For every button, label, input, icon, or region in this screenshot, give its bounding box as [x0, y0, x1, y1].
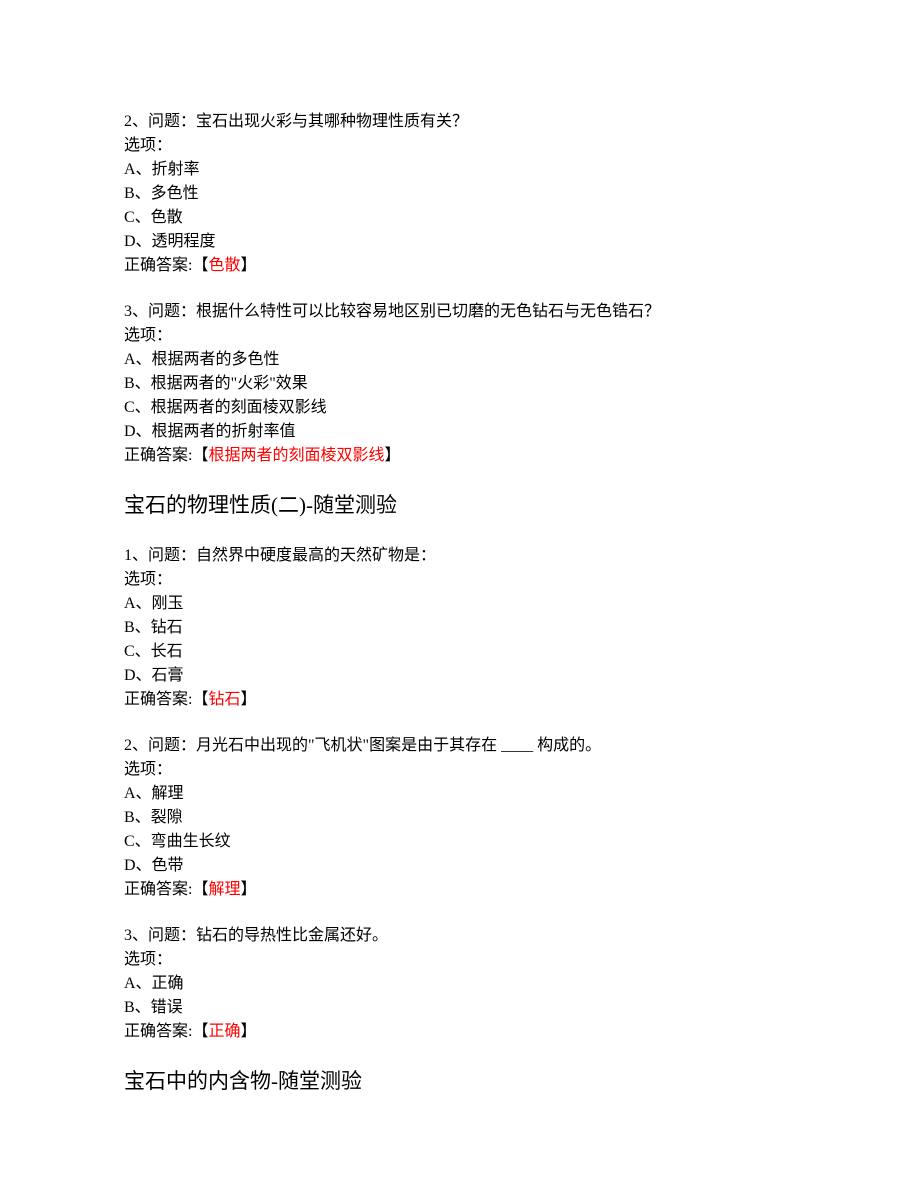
answer-text: 解理: [208, 881, 240, 898]
answer-prefix: 正确答案:【: [124, 1023, 208, 1040]
option-c: C、根据两者的刻面棱双影线: [124, 396, 796, 420]
question-text: 1、问题：自然界中硬度最高的天然矿物是：: [124, 544, 796, 568]
section-title-2: 宝石中的内含物-随堂测验: [124, 1066, 796, 1098]
option-d: D、色带: [124, 854, 796, 878]
question-text: 2、问题：月光石中出现的"飞机状"图案是由于其存在 ____ 构成的。: [124, 734, 796, 758]
answer-text: 色散: [208, 257, 240, 274]
answer-prefix: 正确答案:【: [124, 447, 208, 464]
option-b: B、根据两者的"火彩"效果: [124, 372, 796, 396]
answer-line: 正确答案:【正确】: [124, 1020, 796, 1044]
options-label: 选项：: [124, 758, 796, 782]
section-title-1: 宝石的物理性质(二)-随堂测验: [124, 490, 796, 522]
answer-text: 根据两者的刻面棱双影线: [208, 447, 384, 464]
question-block-5: 3、问题：钻石的导热性比金属还好。 选项： A、正确 B、错误 正确答案:【正确…: [124, 924, 796, 1044]
option-c: C、弯曲生长纹: [124, 830, 796, 854]
answer-suffix: 】: [384, 447, 400, 464]
option-b: B、钻石: [124, 616, 796, 640]
option-d: D、透明程度: [124, 230, 796, 254]
question-text: 3、问题：钻石的导热性比金属还好。: [124, 924, 796, 948]
option-c: C、色散: [124, 206, 796, 230]
answer-line: 正确答案:【根据两者的刻面棱双影线】: [124, 444, 796, 468]
answer-prefix: 正确答案:【: [124, 691, 208, 708]
question-block-4: 2、问题：月光石中出现的"飞机状"图案是由于其存在 ____ 构成的。 选项： …: [124, 734, 796, 902]
option-c: C、长石: [124, 640, 796, 664]
answer-text: 钻石: [208, 691, 240, 708]
options-label: 选项：: [124, 324, 796, 348]
option-a: A、解理: [124, 782, 796, 806]
option-a: A、正确: [124, 972, 796, 996]
answer-suffix: 】: [240, 881, 256, 898]
question-text: 3、问题：根据什么特性可以比较容易地区别已切磨的无色钻石与无色锆石？: [124, 300, 796, 324]
answer-line: 正确答案:【色散】: [124, 254, 796, 278]
option-a: A、刚玉: [124, 592, 796, 616]
option-d: D、石膏: [124, 664, 796, 688]
options-label: 选项：: [124, 568, 796, 592]
answer-suffix: 】: [240, 1023, 256, 1040]
question-block-1: 2、问题：宝石出现火彩与其哪种物理性质有关？ 选项： A、折射率 B、多色性 C…: [124, 110, 796, 278]
answer-text: 正确: [208, 1023, 240, 1040]
option-a: A、折射率: [124, 158, 796, 182]
question-block-3: 1、问题：自然界中硬度最高的天然矿物是： 选项： A、刚玉 B、钻石 C、长石 …: [124, 544, 796, 712]
answer-line: 正确答案:【钻石】: [124, 688, 796, 712]
answer-prefix: 正确答案:【: [124, 881, 208, 898]
options-label: 选项：: [124, 948, 796, 972]
options-label: 选项：: [124, 134, 796, 158]
option-b: B、裂隙: [124, 806, 796, 830]
option-a: A、根据两者的多色性: [124, 348, 796, 372]
answer-line: 正确答案:【解理】: [124, 878, 796, 902]
answer-suffix: 】: [240, 691, 256, 708]
option-b: B、多色性: [124, 182, 796, 206]
option-d: D、根据两者的折射率值: [124, 420, 796, 444]
question-block-2: 3、问题：根据什么特性可以比较容易地区别已切磨的无色钻石与无色锆石？ 选项： A…: [124, 300, 796, 468]
answer-prefix: 正确答案:【: [124, 257, 208, 274]
answer-suffix: 】: [240, 257, 256, 274]
option-b: B、错误: [124, 996, 796, 1020]
question-text: 2、问题：宝石出现火彩与其哪种物理性质有关？: [124, 110, 796, 134]
